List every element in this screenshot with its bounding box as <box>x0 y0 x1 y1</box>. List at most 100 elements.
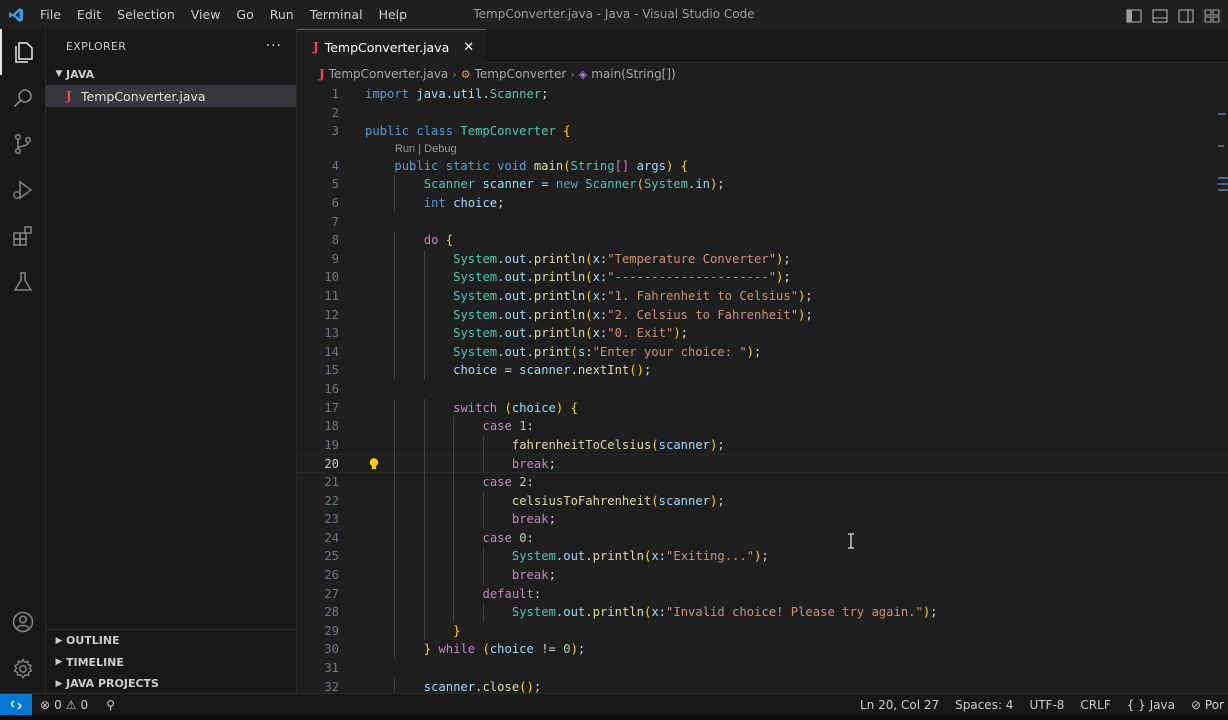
menu-go[interactable]: Go <box>228 0 261 29</box>
menu-terminal[interactable]: Terminal <box>302 0 371 29</box>
code-editor[interactable]: 1 import java.util.Scanner; 2 3 public class… <box>297 85 1228 693</box>
indent-guide <box>423 287 425 306</box>
code-line[interactable]: 8 do { <box>297 231 1228 250</box>
accounts-activity[interactable] <box>0 599 46 645</box>
run-debug-activity[interactable] <box>0 167 46 213</box>
toggle-primary-sidebar-icon[interactable] <box>1126 8 1142 23</box>
text-cursor-icon <box>847 533 855 549</box>
code-text: System.out.println(x:"Exiting..."); <box>511 549 769 564</box>
code-line[interactable]: 11 System.out.println(x:"1. Fahrenheit t… <box>297 287 1228 306</box>
code-line[interactable]: 5 Scanner scanner = new Scanner(System.i… <box>297 175 1228 194</box>
code-line[interactable]: 23 break; <box>297 510 1228 529</box>
indent-guide <box>423 528 425 548</box>
cursor-position[interactable]: Ln 20, Col 27 <box>860 698 939 712</box>
menu-selection[interactable]: Selection <box>109 0 183 29</box>
indent-guide <box>453 603 455 622</box>
code-line[interactable]: 31 <box>297 659 1228 678</box>
code-line[interactable]: 25 System.out.println(x:"Exiting..."); <box>297 547 1228 566</box>
broadcast-icon[interactable]: ⚲ <box>106 698 115 712</box>
editor-tabs: J TempConverter.java ✕ <box>297 29 1228 64</box>
scrollbar[interactable] <box>1214 85 1228 693</box>
code-line[interactable]: 7 <box>297 213 1228 232</box>
code-line[interactable]: 15 choice = scanner.nextInt(); <box>297 361 1228 380</box>
code-line[interactable]: 21 case 2: <box>297 473 1228 492</box>
menu-file[interactable]: File <box>32 0 69 29</box>
testing-activity[interactable] <box>0 259 46 305</box>
manage-activity[interactable] <box>0 646 46 692</box>
explorer-header: EXPLORER ··· <box>46 29 296 63</box>
run-debug-codelens[interactable]: Run | Debug <box>395 141 457 157</box>
code-line[interactable]: 2 <box>297 104 1228 123</box>
explorer-activity[interactable] <box>0 29 46 75</box>
more-actions-icon[interactable]: ··· <box>266 38 282 54</box>
indentation[interactable]: Spaces: 4 <box>955 698 1013 712</box>
section-label: JAVA PROJECTS <box>66 677 159 691</box>
code-line[interactable]: 29 } <box>297 622 1228 641</box>
code-text: do { <box>423 233 454 248</box>
code-line[interactable]: 20 break; <box>297 454 1228 473</box>
code-line[interactable]: 14 System.out.print(s:"Enter your choice… <box>297 343 1228 362</box>
section-java-projects[interactable]: ▶ JAVA PROJECTS <box>46 673 297 695</box>
menu-run[interactable]: Run <box>262 0 302 29</box>
folder-label: JAVA <box>66 67 95 81</box>
language-mode[interactable]: { } Java <box>1127 698 1175 712</box>
encoding[interactable]: UTF-8 <box>1029 698 1064 712</box>
indent-guide <box>394 175 396 194</box>
language-label: Java <box>1149 698 1176 712</box>
toggle-panel-icon[interactable] <box>1152 8 1168 23</box>
code-line[interactable]: 26 break; <box>297 566 1228 585</box>
code-text: System.out.println(x:"1. Fahrenheit to C… <box>453 289 813 303</box>
breadcrumb-method[interactable]: main(String[]) <box>591 67 676 81</box>
search-activity[interactable] <box>0 75 46 121</box>
indent-guide <box>423 547 425 566</box>
code-line[interactable]: 30 } while (choice != 0); <box>297 640 1228 659</box>
menu-edit[interactable]: Edit <box>69 0 109 29</box>
file-tempconverter[interactable]: J TempConverter.java <box>46 85 296 107</box>
line-ending[interactable]: CRLF <box>1080 698 1110 712</box>
folder-java[interactable]: ▼ JAVA <box>46 63 296 85</box>
problems-indicator[interactable]: ⊗ 0 ⚠ 0 ⚲ <box>32 698 115 712</box>
indent-guide <box>394 473 396 492</box>
line-number: 4 <box>331 158 339 173</box>
code-line[interactable]: 24 case 0: <box>297 529 1228 548</box>
line-number: 10 <box>324 270 339 285</box>
code-line[interactable]: 32 scanner.close(); <box>297 678 1228 693</box>
menu-view[interactable]: View <box>183 0 229 29</box>
section-outline[interactable]: ▶ OUTLINE <box>46 630 297 652</box>
code-line[interactable]: 4 public static void main(String[] args)… <box>297 157 1228 176</box>
explorer-sidebar: EXPLORER ··· ▼ JAVA J TempConverter.java… <box>46 29 297 693</box>
menu-help[interactable]: Help <box>371 0 416 29</box>
toggle-secondary-sidebar-icon[interactable] <box>1178 8 1194 23</box>
code-line[interactable]: 17 switch (choice) { <box>297 399 1228 418</box>
breadcrumb-file[interactable]: TempConverter.java <box>329 67 449 81</box>
tab-tempconverter[interactable]: J TempConverter.java ✕ <box>297 29 487 64</box>
indent-guide <box>394 417 396 436</box>
extensions-activity[interactable] <box>0 213 46 259</box>
line-number: 1 <box>331 87 339 101</box>
code-line[interactable]: 12 System.out.println(x:"2. Celsius to F… <box>297 306 1228 325</box>
code-line[interactable]: 19 fahrenheitToCelsius(scanner); <box>297 436 1228 455</box>
indent-guide <box>482 454 484 473</box>
layout-controls <box>1126 0 1220 29</box>
code-line[interactable]: 28 System.out.println(x:"Invalid choice!… <box>297 603 1228 622</box>
code-line[interactable]: 13 System.out.println(x:"0. Exit"); <box>297 324 1228 343</box>
breadcrumb-class[interactable]: TempConverter <box>475 67 567 81</box>
ports-indicator[interactable]: ⊘ Por <box>1191 698 1224 712</box>
code-line[interactable]: 27 default: <box>297 585 1228 604</box>
code-line[interactable]: 1 import java.util.Scanner; <box>297 85 1228 104</box>
code-line[interactable]: 18 case 1: <box>297 417 1228 436</box>
code-line[interactable]: 16 <box>297 380 1228 399</box>
close-icon[interactable]: ✕ <box>463 40 474 55</box>
source-control-activity[interactable] <box>0 121 46 167</box>
code-line[interactable]: 3 public class TempConverter { <box>297 122 1228 141</box>
code-text: case 1: <box>482 419 534 434</box>
section-timeline[interactable]: ▶ TIMELINE <box>46 652 297 674</box>
code-line[interactable]: 6 int choice; <box>297 194 1228 213</box>
code-line[interactable]: 9 System.out.println(x:"Temperature Conv… <box>297 250 1228 269</box>
customize-layout-icon[interactable] <box>1204 8 1220 23</box>
code-line[interactable]: 22 celsiusToFahrenheit(scanner); <box>297 492 1228 511</box>
code-line[interactable]: 10 System.out.println(x:"---------------… <box>297 268 1228 287</box>
code-text: case 0: <box>482 530 534 545</box>
lightbulb-icon[interactable] <box>367 456 381 470</box>
remote-indicator[interactable] <box>0 693 32 716</box>
